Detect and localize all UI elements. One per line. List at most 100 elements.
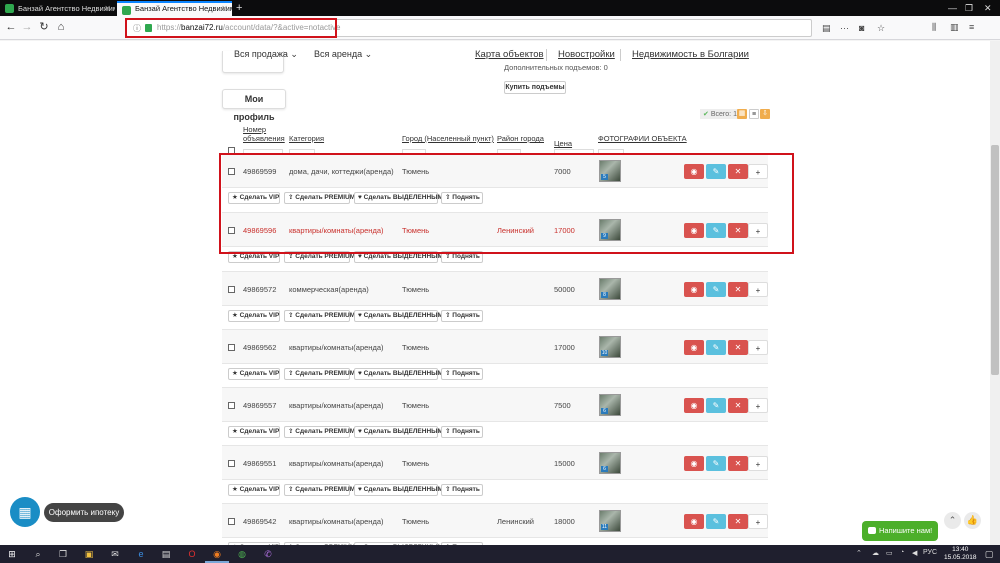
listing-photo[interactable]: 11 [599, 510, 621, 532]
edge-icon[interactable]: e [135, 548, 147, 560]
listing-photo[interactable]: 8 [599, 278, 621, 300]
keyboard-language[interactable]: РУС [923, 549, 937, 556]
download-icon[interactable]: ⇩ [760, 109, 770, 119]
row-checkbox[interactable] [228, 227, 235, 234]
make-highlighted-button[interactable]: ♥ Сделать ВЫДЕЛЕННЫМ [354, 310, 443, 322]
listing-photo[interactable]: 10 [599, 336, 621, 358]
tray-icon[interactable]: ☁ [872, 549, 879, 557]
tray-chevron-icon[interactable]: ⌃ [856, 549, 862, 557]
back-icon[interactable]: ← [4, 20, 18, 34]
viber-icon[interactable]: ✆ [262, 548, 274, 560]
grid-view-icon[interactable]: ▦ [737, 109, 747, 119]
more-actions-button[interactable]: + [748, 456, 768, 471]
row-checkbox[interactable] [228, 344, 235, 351]
task-view-icon[interactable]: ❐ [57, 548, 69, 560]
make-vip-button[interactable]: ★ Сделать VIP [228, 484, 280, 496]
link-objects-map[interactable]: Карта объектов [475, 49, 544, 60]
make-vip-button[interactable]: ★ Сделать VIP [228, 426, 280, 438]
scroll-up-icon[interactable]: ⌃ [944, 512, 961, 529]
forward-icon[interactable]: → [20, 20, 34, 34]
lift-button[interactable]: ⇧ Поднять [441, 426, 483, 438]
network-icon[interactable]: ▭ [886, 549, 893, 557]
make-vip-button[interactable]: ★ Сделать VIP [228, 192, 280, 204]
menu-all-sale[interactable]: Вся продажа ⌄ [234, 49, 298, 60]
close-tab-icon[interactable]: ✕ [104, 1, 111, 16]
view-button[interactable]: ◉ [684, 223, 704, 238]
files-icon[interactable]: ▤ [160, 548, 172, 560]
close-window-icon[interactable]: ✕ [984, 0, 992, 16]
my-profile-button[interactable]: Мои профиль [222, 89, 286, 122]
edit-button[interactable]: ✎ [706, 398, 726, 413]
buy-lifts-button[interactable]: Купить подъемы [504, 81, 566, 94]
sidebar-icon[interactable]: ▥ [950, 22, 959, 33]
delete-button[interactable]: ✕ [728, 398, 748, 413]
edit-button[interactable]: ✎ [706, 223, 726, 238]
make-premium-button[interactable]: ⇪ Сделать PREMIUM [284, 251, 355, 263]
header-number[interactable]: Номер объявления [243, 125, 285, 143]
make-vip-button[interactable]: ★ Сделать VIP [228, 251, 280, 263]
chrome-icon[interactable]: ◍ [236, 548, 248, 560]
link-bulgaria[interactable]: Недвижимость в Болгарии [632, 49, 749, 60]
row-checkbox[interactable] [228, 402, 235, 409]
menu-icon[interactable]: ≡ [969, 22, 974, 32]
reload-icon[interactable]: ↻ [37, 20, 51, 34]
lift-button[interactable]: ⇧ Поднять [441, 484, 483, 496]
more-actions-button[interactable]: + [748, 340, 768, 355]
header-price[interactable]: Цена [554, 139, 572, 148]
page-scrollbar[interactable] [990, 41, 1000, 545]
make-premium-button[interactable]: ⇪ Сделать PREMIUM [284, 426, 355, 438]
edit-button[interactable]: ✎ [706, 164, 726, 179]
edit-button[interactable]: ✎ [706, 282, 726, 297]
delete-button[interactable]: ✕ [728, 514, 748, 529]
more-icon[interactable]: ··· [840, 23, 849, 33]
store-icon[interactable]: ▣ [83, 548, 95, 560]
browser-tab[interactable]: Банзай Агентство Недвижимо ✕ [0, 1, 115, 16]
opera-icon[interactable]: O [186, 548, 198, 560]
library-icon[interactable]: ⫼ [932, 22, 936, 33]
make-premium-button[interactable]: ⇪ Сделать PREMIUM [284, 368, 355, 380]
header-district[interactable]: Район города [497, 134, 544, 143]
notifications-icon[interactable]: ▢ [983, 548, 995, 560]
listing-photo[interactable]: 9 [599, 219, 621, 241]
scrollbar-thumb[interactable] [991, 145, 999, 375]
view-button[interactable]: ◉ [684, 282, 704, 297]
row-checkbox[interactable] [228, 518, 235, 525]
delete-button[interactable]: ✕ [728, 456, 748, 471]
make-highlighted-button[interactable]: ♥ Сделать ВЫДЕЛЕННЫМ [354, 251, 443, 263]
delete-button[interactable]: ✕ [728, 164, 748, 179]
edit-button[interactable]: ✎ [706, 340, 726, 355]
more-actions-button[interactable]: + [748, 398, 768, 413]
firefox-icon[interactable]: ◉ [211, 548, 223, 560]
view-button[interactable]: ◉ [684, 164, 704, 179]
maximize-icon[interactable]: ❐ [965, 0, 973, 16]
make-vip-button[interactable]: ★ Сделать VIP [228, 368, 280, 380]
reader-icon[interactable]: ▤ [822, 23, 831, 34]
delete-button[interactable]: ✕ [728, 340, 748, 355]
menu-all-rent[interactable]: Вся аренда ⌄ [314, 49, 372, 60]
start-icon[interactable]: ⊞ [6, 548, 18, 560]
pocket-icon[interactable]: ◙ [859, 23, 864, 33]
more-actions-button[interactable]: + [748, 514, 768, 529]
mail-icon[interactable]: ✉ [109, 548, 121, 560]
browser-tab-active[interactable]: Банзай Агентство Недвижимо ✕ [117, 1, 232, 16]
make-highlighted-button[interactable]: ♥ Сделать ВЫДЕЛЕННЫМ [354, 484, 443, 496]
list-view-icon[interactable]: ≡ [749, 109, 759, 119]
listing-photo[interactable]: 6 [599, 394, 621, 416]
lift-button[interactable]: ⇧ Поднять [441, 368, 483, 380]
view-button[interactable]: ◉ [684, 340, 704, 355]
wifi-icon[interactable]: ◔ [900, 549, 904, 556]
more-actions-button[interactable]: + [748, 282, 768, 297]
lift-button[interactable]: ⇧ Поднять [441, 310, 483, 322]
volume-icon[interactable]: ◀ [912, 549, 917, 557]
close-tab-icon[interactable]: ✕ [221, 3, 228, 15]
view-button[interactable]: ◉ [684, 514, 704, 529]
new-tab-icon[interactable]: + [236, 0, 242, 16]
make-highlighted-button[interactable]: ♥ Сделать ВЫДЕЛЕННЫМ [354, 368, 443, 380]
make-highlighted-button[interactable]: ♥ Сделать ВЫДЕЛЕННЫМ [354, 426, 443, 438]
make-premium-button[interactable]: ⇪ Сделать PREMIUM [284, 310, 355, 322]
clock[interactable]: 13:40 15.05.2018 [944, 546, 977, 562]
lift-button[interactable]: ⇧ Поднять [441, 251, 483, 263]
make-highlighted-button[interactable]: ♥ Сделать ВЫДЕЛЕННЫМ [354, 192, 443, 204]
make-premium-button[interactable]: ⇪ Сделать PREMIUM [284, 484, 355, 496]
mortgage-button[interactable]: Оформить ипотеку [44, 503, 124, 522]
